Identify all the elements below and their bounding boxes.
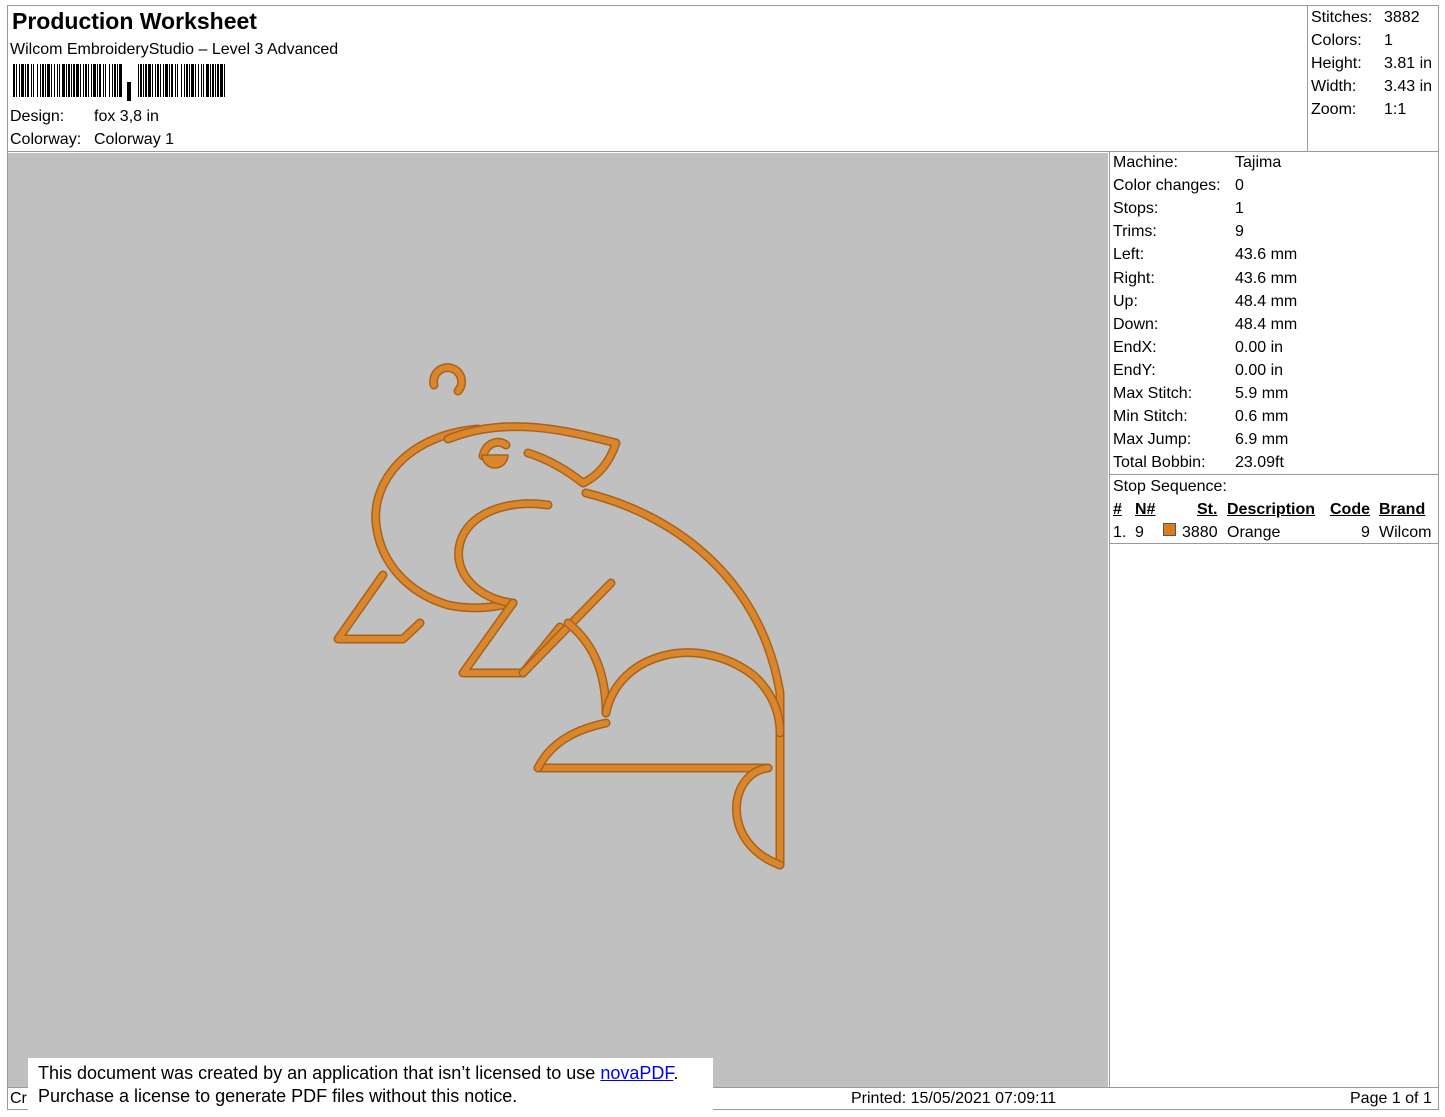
width-label: Width: bbox=[1311, 78, 1357, 95]
software-name: Wilcom EmbroideryStudio – Level 3 Advanc… bbox=[10, 41, 339, 58]
detail-value: 0 bbox=[1235, 177, 1244, 195]
detail-value: 0.00 in bbox=[1235, 361, 1284, 379]
detail-label: EndY: bbox=[1113, 361, 1156, 379]
detail-label: EndX: bbox=[1113, 338, 1157, 356]
notice-line-1: This document was created by an applicat… bbox=[38, 1063, 678, 1084]
design-value: fox 3,8 in bbox=[94, 108, 159, 125]
row-description: Orange bbox=[1227, 524, 1281, 541]
fox-embroidery-icon bbox=[333, 363, 785, 870]
details-divider bbox=[1109, 474, 1439, 475]
detail-value: 1 bbox=[1235, 200, 1244, 218]
color-swatch bbox=[1163, 523, 1176, 536]
detail-label: Color changes: bbox=[1113, 177, 1221, 195]
colors-label: Colors: bbox=[1311, 32, 1362, 49]
detail-value: 48.4 mm bbox=[1235, 292, 1298, 310]
row-stitches: 3880 bbox=[1182, 524, 1218, 541]
height-value: 3.81 in bbox=[1384, 55, 1433, 72]
design-label: Design: bbox=[10, 108, 65, 125]
row-code: 9 bbox=[1361, 524, 1370, 541]
detail-label: Up: bbox=[1113, 292, 1138, 310]
row-num: 1. bbox=[1113, 524, 1127, 541]
header-divider bbox=[7, 151, 1439, 152]
detail-label: Right: bbox=[1113, 269, 1155, 287]
colorway-value: Colorway 1 bbox=[94, 131, 175, 148]
col-header-brand: Brand bbox=[1379, 501, 1426, 518]
license-notice: This document was created by an applicat… bbox=[28, 1058, 713, 1110]
detail-value: 43.6 mm bbox=[1235, 269, 1298, 287]
detail-label: Total Bobbin: bbox=[1113, 454, 1206, 472]
col-header-num: # bbox=[1113, 501, 1122, 518]
detail-label: Min Stitch: bbox=[1113, 408, 1188, 426]
detail-value: 6.9 mm bbox=[1235, 431, 1289, 449]
fox-outline-shadow bbox=[533, 718, 611, 773]
notice-text-suffix: . bbox=[673, 1063, 679, 1083]
detail-value: 48.4 mm bbox=[1235, 315, 1298, 333]
col-header-description: Description bbox=[1227, 501, 1316, 518]
row-brand: Wilcom bbox=[1379, 524, 1432, 541]
frame-top bbox=[7, 5, 1439, 6]
fox-outline-stroke bbox=[733, 765, 783, 868]
stop-sequence-title: Stop Sequence: bbox=[1113, 478, 1227, 495]
detail-label: Machine: bbox=[1113, 154, 1178, 171]
col-header-code: Code bbox=[1330, 501, 1370, 518]
colorway-label: Colorway: bbox=[10, 131, 82, 148]
width-value: 3.43 in bbox=[1384, 78, 1433, 95]
stop-seq-divider bbox=[1109, 543, 1439, 544]
printed-date: Printed: 15/05/2021 07:09:11 bbox=[851, 1090, 1057, 1107]
detail-value: 0.00 in bbox=[1235, 338, 1284, 356]
design-preview bbox=[8, 153, 1108, 1087]
barcode-image bbox=[13, 64, 225, 101]
page-title: Production Worksheet bbox=[12, 8, 257, 34]
stitches-value: 3882 bbox=[1384, 9, 1420, 26]
detail-value: Tajima bbox=[1235, 154, 1282, 171]
detail-label: Max Jump: bbox=[1113, 431, 1192, 449]
detail-label: Stops: bbox=[1113, 200, 1159, 218]
detail-label: Max Stitch: bbox=[1113, 385, 1193, 402]
notice-text-prefix: This document was created by an applicat… bbox=[38, 1063, 601, 1083]
fox-eye bbox=[481, 454, 509, 469]
detail-label: Left: bbox=[1113, 246, 1145, 264]
fox-outline-shadow bbox=[458, 598, 565, 678]
colors-value: 1 bbox=[1384, 32, 1393, 49]
fox-outline-stroke bbox=[480, 439, 509, 459]
fox-outline-shadow bbox=[601, 648, 785, 738]
summary-divider bbox=[1307, 5, 1308, 151]
zoom-value: 1:1 bbox=[1384, 101, 1407, 118]
footer-left-text: Cr bbox=[10, 1090, 27, 1107]
detail-value: 43.6 mm bbox=[1235, 246, 1298, 264]
col-header-needle: N# bbox=[1135, 501, 1156, 518]
col-header-stitches: St. bbox=[1197, 501, 1218, 518]
row-needle: 9 bbox=[1135, 524, 1144, 541]
stitches-label: Stitches: bbox=[1311, 9, 1373, 26]
frame-right bbox=[1438, 5, 1439, 1110]
fox-outline-stroke bbox=[603, 649, 783, 736]
zoom-label: Zoom: bbox=[1311, 101, 1357, 118]
notice-line-2: Purchase a license to generate PDF files… bbox=[38, 1086, 518, 1106]
novapdf-link[interactable]: novaPDF bbox=[600, 1063, 673, 1083]
detail-label: Down: bbox=[1113, 315, 1159, 333]
detail-value: 23.09ft bbox=[1235, 454, 1284, 472]
detail-label: Trims: bbox=[1113, 223, 1157, 241]
page-number: Page 1 of 1 bbox=[1350, 1090, 1432, 1107]
detail-value: 5.9 mm bbox=[1235, 385, 1289, 402]
panel-divider bbox=[1109, 151, 1110, 1088]
detail-value: 0.6 mm bbox=[1235, 408, 1289, 426]
height-label: Height: bbox=[1311, 55, 1362, 72]
detail-value: 9 bbox=[1235, 223, 1244, 241]
production-worksheet-page: { "header": { "title": "Production Works… bbox=[0, 0, 1445, 1117]
